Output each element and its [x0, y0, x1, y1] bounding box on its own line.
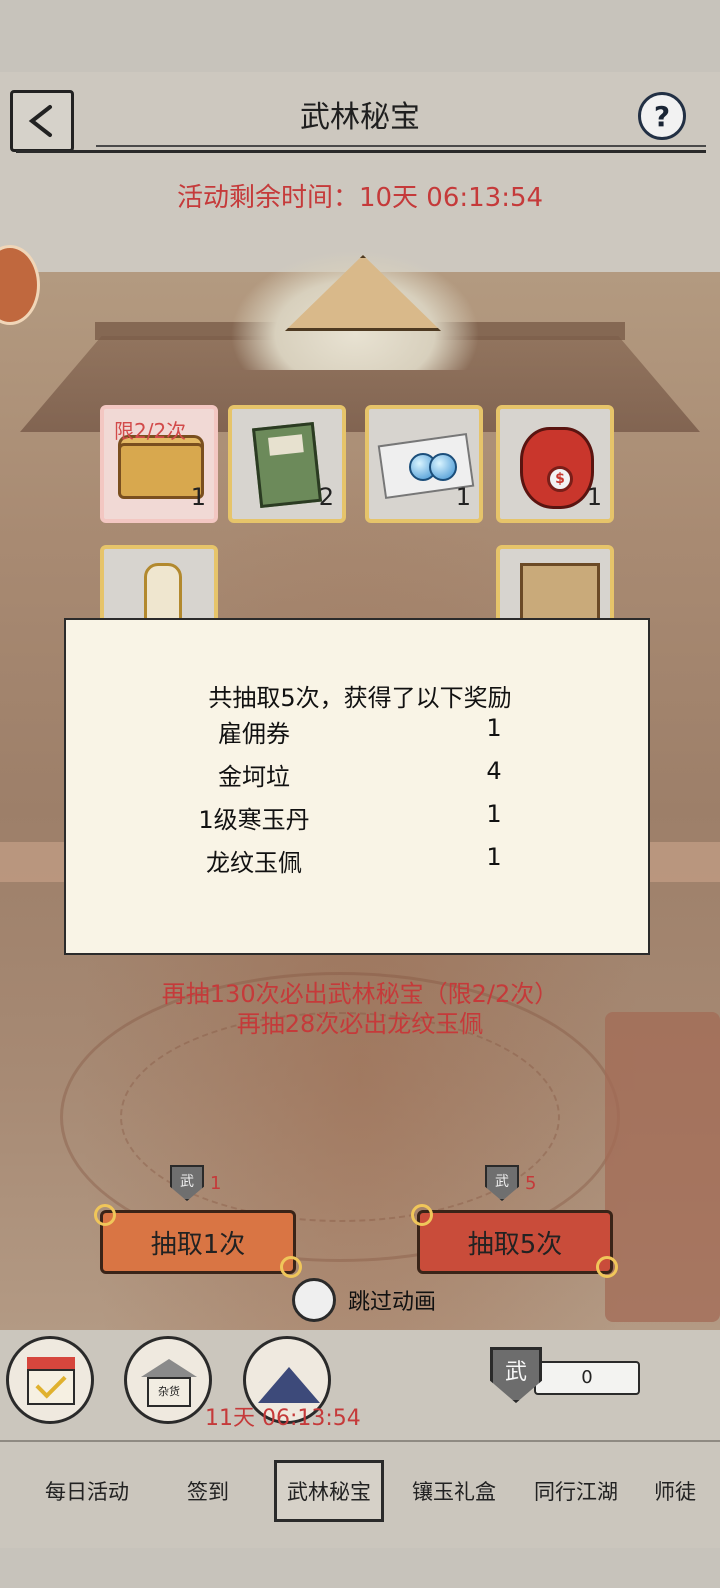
cost-amount: 5 — [525, 1172, 537, 1194]
wu-token-icon: 武 — [170, 1165, 204, 1201]
draw-one-cost: 武 1 — [170, 1165, 221, 1201]
prize-qty: 1 — [190, 483, 206, 511]
skip-animation-radio[interactable] — [292, 1278, 336, 1322]
draw-five-cost: 武 5 — [485, 1165, 536, 1201]
reward-qty: 1 — [486, 843, 502, 871]
tab-label: 师徒 — [654, 1480, 696, 1504]
wu-token-balance: 0 武 — [490, 1347, 650, 1403]
draw-five-button[interactable]: 抽取5次 — [417, 1210, 613, 1274]
pity-counter-pendant: 再抽28次必出龙纹玉佩 — [236, 1010, 484, 1038]
reward-row: 雇佣券 1 — [64, 714, 650, 754]
tab-sign-in[interactable]: 签到 — [158, 1460, 258, 1522]
tab-label: 武林秘宝 — [287, 1480, 371, 1504]
reward-name: 雇佣券 — [218, 720, 290, 748]
dock-countdown: 11天 06:13:54 — [205, 1406, 361, 1431]
tab-label: 每日活动 — [45, 1480, 129, 1504]
help-icon: ? — [653, 99, 671, 133]
daily-calendar-button[interactable] — [6, 1336, 94, 1424]
ninja-icon — [258, 1367, 320, 1403]
reward-row: 龙纹玉佩 1 — [64, 843, 650, 883]
skip-animation-label: 跳过动画 — [348, 1290, 437, 1315]
book-label — [268, 434, 304, 456]
wu-token-icon: 武 — [490, 1347, 542, 1403]
prize-qty: 1 — [455, 483, 471, 511]
tab-jade-gift-box[interactable]: 镶玉礼盒 — [396, 1460, 512, 1522]
cost-amount: 1 — [210, 1172, 222, 1194]
grocery-shop-button[interactable]: 杂货 — [124, 1336, 212, 1424]
event-remaining-time: 活动剩余时间：10天 06:13:54 — [176, 183, 544, 213]
prize-tile-money-bag[interactable]: $ 1 — [496, 405, 614, 523]
tab-label: 镶玉礼盒 — [412, 1480, 496, 1504]
prize-qty: 2 — [318, 483, 334, 511]
button-ornament-icon — [411, 1204, 433, 1226]
reward-row: 1级寒玉丹 1 — [64, 800, 650, 840]
pearls-icon — [429, 453, 457, 481]
page-title: 武林秘宝 — [300, 100, 420, 135]
book-icon — [251, 421, 323, 509]
draw-once-label: 抽取1次 — [150, 1229, 246, 1260]
reward-qty: 1 — [486, 800, 502, 828]
tab-daily-activity[interactable]: 每日活动 — [20, 1460, 154, 1522]
tab-fellow-travelers[interactable]: 同行江湖 — [518, 1460, 634, 1522]
tab-master-apprentice[interactable]: 师徒 — [640, 1460, 710, 1522]
reward-name: 1级寒玉丹 — [198, 806, 310, 834]
tab-wulin-treasure[interactable]: 武林秘宝 — [274, 1460, 384, 1522]
draw-five-label: 抽取5次 — [467, 1229, 563, 1260]
prize-tile-book[interactable]: 2 — [228, 405, 346, 523]
limit-badge: 限2/2次 — [114, 419, 187, 443]
money-bag-icon: $ — [520, 427, 594, 509]
reward-row: 金坷垃 4 — [64, 757, 650, 797]
button-ornament-icon — [94, 1204, 116, 1226]
header-divider-thin — [96, 145, 706, 147]
scene-pillar — [605, 1012, 720, 1322]
skip-animation-toggle[interactable]: 跳过动画 — [292, 1278, 436, 1322]
status-bar — [0, 0, 720, 72]
system-nav-bar — [0, 1548, 720, 1588]
shop-icon: 杂货 — [147, 1377, 191, 1407]
draw-once-button[interactable]: 抽取1次 — [100, 1210, 296, 1274]
tab-label: 签到 — [187, 1480, 229, 1504]
currency-amount: 0 — [534, 1361, 640, 1395]
header-divider — [16, 150, 706, 153]
help-button[interactable]: ? — [638, 92, 686, 140]
wu-token-icon: 武 — [485, 1165, 519, 1201]
prize-tile-pearls[interactable]: 1 — [365, 405, 483, 523]
tab-label: 同行江湖 — [534, 1480, 618, 1504]
coin-icon: $ — [547, 466, 573, 492]
dialog-title: 共抽取5次，获得了以下奖励 — [208, 684, 512, 712]
reward-qty: 1 — [486, 714, 502, 742]
reward-qty: 4 — [486, 757, 502, 785]
prize-qty: 1 — [586, 483, 602, 511]
button-ornament-icon — [280, 1256, 302, 1278]
prize-tile-treasure-chest[interactable]: 限2/2次 1 — [100, 405, 218, 523]
reward-name: 金坷垃 — [218, 763, 290, 791]
button-ornament-icon — [596, 1256, 618, 1278]
reward-name: 龙纹玉佩 — [206, 849, 302, 877]
shop-roof-icon — [141, 1359, 197, 1377]
